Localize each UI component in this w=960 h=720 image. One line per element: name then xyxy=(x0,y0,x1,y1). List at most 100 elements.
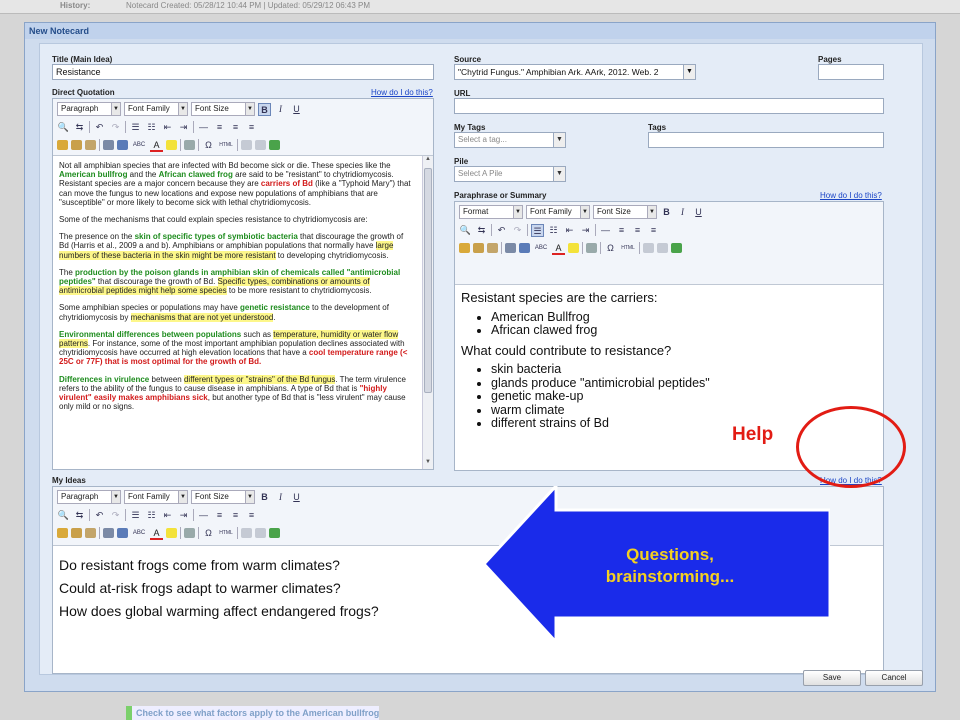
scroll-thumb[interactable] xyxy=(424,168,432,393)
quotation-help-link[interactable]: How do I do this? xyxy=(371,88,433,97)
paste-word-icon[interactable] xyxy=(85,528,96,538)
replace-icon[interactable]: ⇆ xyxy=(73,121,86,134)
scroll-down-icon[interactable]: ▼ xyxy=(423,459,433,469)
paste-icon[interactable] xyxy=(459,243,470,253)
find-icon[interactable]: 🔍 xyxy=(57,121,70,134)
underline-button[interactable]: U xyxy=(290,103,303,116)
paste-icon[interactable] xyxy=(57,528,68,538)
pages-input[interactable] xyxy=(818,64,884,80)
paste-word-icon[interactable] xyxy=(487,243,498,253)
image-icon[interactable] xyxy=(671,243,682,253)
paste-text-icon[interactable] xyxy=(473,243,484,253)
font-family-select[interactable]: Font Family ▼ xyxy=(526,205,590,219)
horizontal-rule-icon[interactable]: — xyxy=(197,509,210,522)
html-icon[interactable]: HTML xyxy=(218,139,234,152)
paste-text-icon[interactable] xyxy=(71,140,82,150)
align-left-icon[interactable]: ≡ xyxy=(213,509,226,522)
outdent-icon[interactable]: ⇤ xyxy=(161,509,174,522)
eraser-icon[interactable] xyxy=(586,243,597,253)
bullet-list-icon[interactable]: ☰ xyxy=(531,223,544,237)
font-size-select[interactable]: Font Size ▼ xyxy=(191,102,255,116)
find-icon[interactable]: 🔍 xyxy=(57,509,70,522)
paraphrase-help-link[interactable]: How do I do this? xyxy=(820,191,882,200)
outdent-icon[interactable]: ⇤ xyxy=(563,224,576,237)
print-icon[interactable] xyxy=(103,140,114,150)
align-right-icon[interactable]: ≡ xyxy=(245,121,258,134)
paragraph-select[interactable]: Paragraph ▼ xyxy=(57,102,121,116)
align-center-icon[interactable]: ≡ xyxy=(631,224,644,237)
link-icon[interactable] xyxy=(241,528,252,538)
font-family-select[interactable]: Font Family ▼ xyxy=(124,490,188,504)
image-icon[interactable] xyxy=(269,140,280,150)
tags-input[interactable] xyxy=(648,132,884,148)
bullet-list-icon[interactable]: ☰ xyxy=(129,509,142,522)
font-size-select[interactable]: Font Size ▼ xyxy=(191,490,255,504)
image-icon[interactable] xyxy=(269,528,280,538)
paste-word-icon[interactable] xyxy=(85,140,96,150)
strikethrough-icon[interactable]: ABC xyxy=(131,139,147,152)
font-family-select[interactable]: Font Family ▼ xyxy=(124,102,188,116)
html-icon[interactable]: HTML xyxy=(218,527,234,540)
eraser-icon[interactable] xyxy=(184,528,195,538)
font-size-select[interactable]: Font Size ▼ xyxy=(593,205,657,219)
align-right-icon[interactable]: ≡ xyxy=(245,509,258,522)
redo-icon[interactable]: ↷ xyxy=(109,121,122,134)
numbered-list-icon[interactable]: ☷ xyxy=(145,509,158,522)
bold-button[interactable]: B xyxy=(258,491,271,504)
paragraph-select[interactable]: Paragraph ▼ xyxy=(57,490,121,504)
horizontal-rule-icon[interactable]: — xyxy=(197,121,210,134)
special-char-icon[interactable]: Ω xyxy=(604,242,617,255)
underline-button[interactable]: U xyxy=(290,491,303,504)
indent-icon[interactable]: ⇥ xyxy=(579,224,592,237)
special-char-icon[interactable]: Ω xyxy=(202,527,215,540)
strikethrough-icon[interactable]: ABC xyxy=(533,242,549,255)
eraser-icon[interactable] xyxy=(184,140,195,150)
pile-select[interactable]: Select A Pile ▼ xyxy=(454,166,566,182)
align-center-icon[interactable]: ≡ xyxy=(229,121,242,134)
numbered-list-icon[interactable]: ☷ xyxy=(547,224,560,237)
numbered-list-icon[interactable]: ☷ xyxy=(145,121,158,134)
my-tags-select[interactable]: Select a tag... ▼ xyxy=(454,132,566,148)
align-left-icon[interactable]: ≡ xyxy=(615,224,628,237)
undo-icon[interactable]: ↶ xyxy=(93,509,106,522)
redo-icon[interactable]: ↷ xyxy=(511,224,524,237)
bold-button[interactable]: B xyxy=(258,102,271,116)
replace-icon[interactable]: ⇆ xyxy=(475,224,488,237)
horizontal-rule-icon[interactable]: — xyxy=(599,224,612,237)
special-char-icon[interactable]: Ω xyxy=(202,139,215,152)
spellcheck-icon[interactable] xyxy=(117,140,128,150)
print-icon[interactable] xyxy=(505,243,516,253)
unlink-icon[interactable] xyxy=(255,140,266,150)
highlight-icon[interactable] xyxy=(568,243,579,253)
underline-button[interactable]: U xyxy=(692,206,705,219)
bold-button[interactable]: B xyxy=(660,206,673,219)
font-color-icon[interactable]: A xyxy=(150,139,163,152)
redo-icon[interactable]: ↷ xyxy=(109,509,122,522)
italic-button[interactable]: I xyxy=(676,206,689,219)
quotation-content[interactable]: Not all amphibian species that are infec… xyxy=(53,155,433,469)
align-center-icon[interactable]: ≡ xyxy=(229,509,242,522)
strikethrough-icon[interactable]: ABC xyxy=(131,527,147,540)
italic-button[interactable]: I xyxy=(274,103,287,116)
url-input[interactable] xyxy=(454,98,884,114)
spellcheck-icon[interactable] xyxy=(117,528,128,538)
undo-icon[interactable]: ↶ xyxy=(93,121,106,134)
find-icon[interactable]: 🔍 xyxy=(459,224,472,237)
cancel-button[interactable]: Cancel xyxy=(865,670,923,686)
scroll-up-icon[interactable]: ▲ xyxy=(423,156,433,166)
spellcheck-icon[interactable] xyxy=(519,243,530,253)
title-input[interactable]: Resistance xyxy=(52,64,434,80)
html-icon[interactable]: HTML xyxy=(620,242,636,255)
unlink-icon[interactable] xyxy=(255,528,266,538)
format-select[interactable]: Format ▼ xyxy=(459,205,523,219)
paste-icon[interactable] xyxy=(57,140,68,150)
italic-button[interactable]: I xyxy=(274,491,287,504)
highlight-icon[interactable] xyxy=(166,140,177,150)
link-icon[interactable] xyxy=(643,243,654,253)
indent-icon[interactable]: ⇥ xyxy=(177,509,190,522)
unlink-icon[interactable] xyxy=(657,243,668,253)
paste-text-icon[interactable] xyxy=(71,528,82,538)
highlight-icon[interactable] xyxy=(166,528,177,538)
link-icon[interactable] xyxy=(241,140,252,150)
save-button[interactable]: Save xyxy=(803,670,861,686)
